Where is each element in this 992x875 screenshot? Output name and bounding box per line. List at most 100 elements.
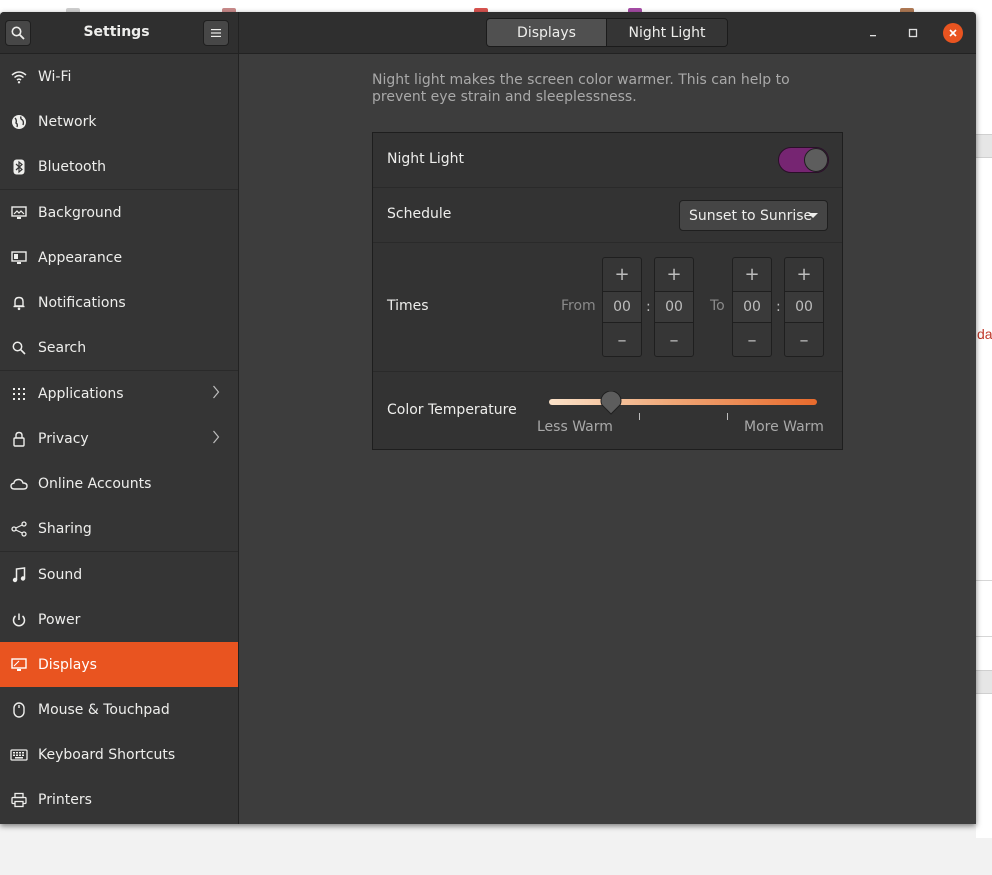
color-temperature-slider[interactable]	[549, 399, 817, 405]
sidebar-item-power[interactable]: Power	[0, 597, 238, 642]
sidebar-item-search[interactable]: Search	[0, 325, 238, 370]
close-icon	[949, 29, 957, 37]
maximize-button[interactable]	[903, 23, 923, 43]
sidebar-item-online-accounts[interactable]: Online Accounts	[0, 461, 238, 506]
main-header: Displays Night Light	[239, 12, 976, 54]
from-hours-increment-button[interactable]: +	[603, 258, 641, 290]
sidebar-item-label: Applications	[38, 385, 124, 402]
dropdown-arrow-icon	[808, 213, 818, 218]
display-icon	[10, 656, 28, 674]
background-app-tabbar	[0, 0, 992, 18]
tab-displays[interactable]: Displays	[487, 19, 607, 46]
sidebar-item-label: Printers	[38, 791, 92, 808]
schedule-value: Sunset to Sunrise	[689, 207, 813, 224]
from-minutes-increment-button[interactable]: +	[655, 258, 693, 290]
slider-handle[interactable]	[600, 391, 622, 415]
more-warm-label: More Warm	[744, 419, 824, 435]
keyboard-icon	[10, 746, 28, 764]
from-hours-value[interactable]: 00	[603, 291, 641, 323]
schedule-label: Schedule	[387, 206, 452, 222]
night-light-description: Night light makes the screen color warme…	[372, 72, 790, 105]
background-app-divider	[976, 636, 992, 637]
bell-icon	[10, 294, 28, 312]
background-app-divider	[976, 580, 992, 581]
hamburger-icon	[211, 29, 221, 37]
to-minutes-value[interactable]: 00	[785, 291, 823, 323]
sidebar-item-label: Background	[38, 204, 122, 221]
schedule-dropdown[interactable]: Sunset to Sunrise	[679, 200, 828, 231]
sidebar-item-notifications[interactable]: Notifications	[0, 280, 238, 325]
sidebar-item-label: Bluetooth	[38, 158, 106, 175]
time-separator: :	[776, 299, 781, 315]
sidebar-item-bluetooth[interactable]: Bluetooth	[0, 144, 238, 189]
sidebar-item-label: Displays	[38, 656, 97, 673]
background-app-band	[976, 670, 992, 694]
printer-icon	[10, 791, 28, 809]
globe-icon	[10, 113, 28, 131]
sidebar-item-background[interactable]: Background	[0, 190, 238, 235]
sidebar-item-label: Network	[38, 113, 97, 130]
to-hours-decrement-button[interactable]: –	[733, 324, 771, 356]
sidebar-item-mouse-touchpad[interactable]: Mouse & Touchpad	[0, 687, 238, 732]
appearance-icon	[10, 249, 28, 267]
sidebar-item-applications[interactable]: Applications	[0, 371, 238, 416]
background-app-text: da	[977, 326, 992, 342]
to-minutes-increment-button[interactable]: +	[785, 258, 823, 290]
sidebar-item-label: Power	[38, 611, 81, 628]
lock-icon	[10, 430, 28, 448]
night-light-label: Night Light	[387, 151, 464, 167]
to-label: To	[710, 298, 725, 314]
sidebar-item-label: Mouse & Touchpad	[38, 701, 170, 718]
from-hours-decrement-button[interactable]: –	[603, 324, 641, 356]
from-hours-spinner: + 00 –	[602, 257, 642, 357]
switch-knob	[804, 148, 828, 172]
sidebar-item-label: Online Accounts	[38, 475, 152, 492]
time-separator: :	[646, 299, 651, 315]
to-hours-spinner: + 00 –	[732, 257, 772, 357]
wifi-icon	[10, 68, 28, 86]
slider-tick-mark	[727, 413, 728, 420]
sidebar-item-label: Sharing	[38, 520, 92, 537]
row-divider	[373, 371, 842, 372]
night-light-panel: Night Light Schedule Sunset to Sunrise T…	[372, 132, 843, 450]
sidebar-item-keyboard-shortcuts[interactable]: Keyboard Shortcuts	[0, 732, 238, 777]
sidebar-item-wifi[interactable]: Wi-Fi	[0, 54, 238, 99]
sidebar-item-sound[interactable]: Sound	[0, 552, 238, 597]
to-hours-value[interactable]: 00	[733, 291, 771, 323]
row-divider	[373, 187, 842, 188]
share-icon	[10, 520, 28, 538]
sidebar-item-sharing[interactable]: Sharing	[0, 506, 238, 551]
less-warm-label: Less Warm	[537, 419, 613, 435]
sidebar-item-label: Wi-Fi	[38, 68, 72, 85]
search-icon	[10, 339, 28, 357]
chevron-right-icon	[212, 385, 220, 403]
sidebar-item-displays[interactable]: Displays	[0, 642, 238, 687]
menu-button[interactable]	[203, 20, 229, 46]
sidebar-item-privacy[interactable]: Privacy	[0, 416, 238, 461]
sidebar-item-appearance[interactable]: Appearance	[0, 235, 238, 280]
window-title: Settings	[83, 24, 150, 40]
sidebar-item-printers[interactable]: Printers	[0, 777, 238, 822]
color-temperature-label: Color Temperature	[387, 402, 517, 418]
from-minutes-decrement-button[interactable]: –	[655, 324, 693, 356]
sidebar: Wi-Fi Network Bluetooth Background Appea…	[0, 54, 239, 824]
sidebar-item-network[interactable]: Network	[0, 99, 238, 144]
maximize-icon	[908, 28, 918, 38]
search-button[interactable]	[5, 20, 31, 46]
from-label: From	[561, 298, 596, 314]
times-label: Times	[387, 298, 429, 314]
from-minutes-spinner: + 00 –	[654, 257, 694, 357]
night-light-switch[interactable]	[778, 147, 829, 173]
from-minutes-value[interactable]: 00	[655, 291, 693, 323]
minimize-button[interactable]	[863, 23, 883, 43]
cloud-icon	[10, 475, 28, 493]
sidebar-item-label: Sound	[38, 566, 83, 583]
sidebar-item-label: Notifications	[38, 294, 126, 311]
music-note-icon	[10, 566, 28, 584]
mouse-icon	[10, 701, 28, 719]
tab-night-light[interactable]: Night Light	[607, 19, 727, 46]
sidebar-item-label: Appearance	[38, 249, 123, 266]
to-hours-increment-button[interactable]: +	[733, 258, 771, 290]
close-button[interactable]	[943, 23, 963, 43]
to-minutes-decrement-button[interactable]: –	[785, 324, 823, 356]
